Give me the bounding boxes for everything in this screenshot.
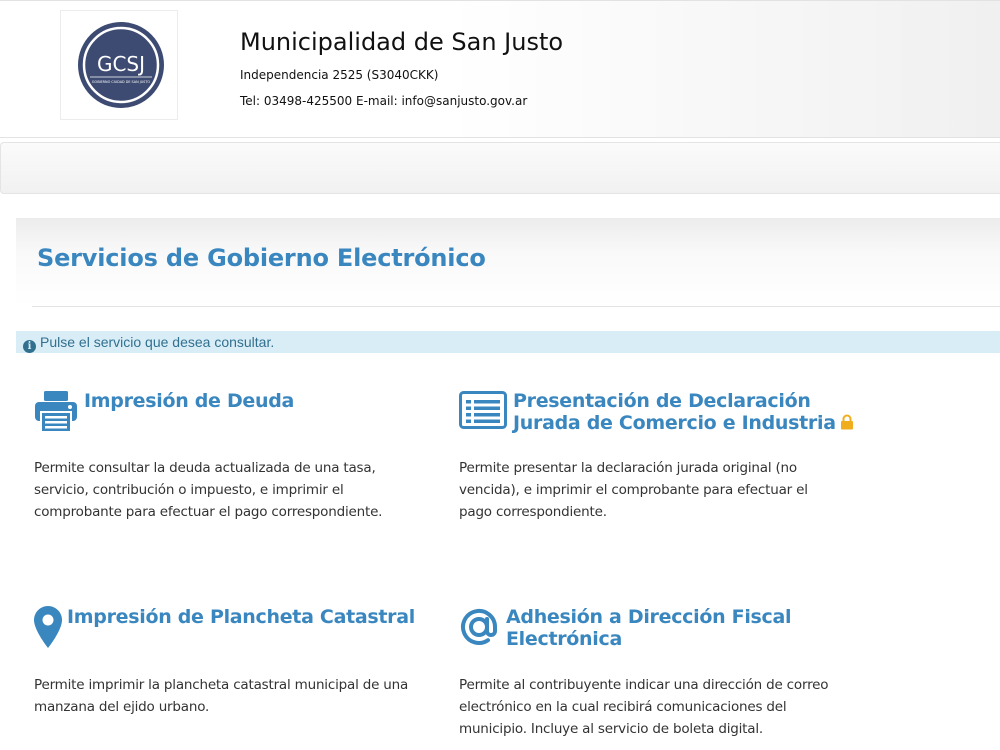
info-alert: i Pulse el servicio que desea consultar. <box>16 331 1000 353</box>
divider <box>32 306 1000 307</box>
lock-icon <box>840 414 853 430</box>
navigation-bar <box>0 142 1000 194</box>
info-text: Pulse el servicio que desea consultar. <box>40 334 275 350</box>
service-title-direccion-fiscal[interactable]: Adhesión a Dirección Fiscal Electrónica <box>506 606 792 650</box>
service-title-plancheta[interactable]: Impresión de Plancheta Catastral <box>67 606 415 628</box>
page-title: Servicios de Gobierno Electrónico <box>37 244 486 272</box>
service-desc-direccion-fiscal: Permite al contribuyente indicar una dir… <box>459 677 829 737</box>
service-desc-deuda: Permite consultar la deuda actualizada d… <box>34 460 383 520</box>
municipality-address: Independencia 2525 (S3040CKK) <box>240 68 439 82</box>
municipality-name: Municipalidad de San Justo <box>240 28 564 56</box>
service-desc-plancheta: Permite imprimir la plancheta catastral … <box>34 677 409 715</box>
list-document-icon[interactable] <box>459 391 507 429</box>
logo-text: GCSJ <box>97 52 145 76</box>
printer-icon[interactable] <box>34 389 78 433</box>
gcsj-logo-icon: GCSJ GOBIERNO CIUDAD DE SAN JUSTO <box>78 22 164 108</box>
map-marker-icon[interactable] <box>34 606 62 648</box>
logo[interactable]: GCSJ GOBIERNO CIUDAD DE SAN JUSTO <box>60 10 178 120</box>
logo-subtext: GOBIERNO CIUDAD DE SAN JUSTO <box>92 80 150 84</box>
site-header: GCSJ GOBIERNO CIUDAD DE SAN JUSTO Munici… <box>0 0 1000 138</box>
service-desc-declaracion: Permite presentar la declaración jurada … <box>459 460 808 520</box>
service-title-deuda[interactable]: Impresión de Deuda <box>84 390 294 412</box>
info-circle-icon: i <box>23 340 36 353</box>
municipality-contact: Tel: 03498-425500 E-mail: info@sanjusto.… <box>240 94 528 108</box>
at-sign-icon[interactable] <box>458 606 500 648</box>
service-title-declaracion[interactable]: Presentación de Declaración Jurada de Co… <box>513 390 854 434</box>
